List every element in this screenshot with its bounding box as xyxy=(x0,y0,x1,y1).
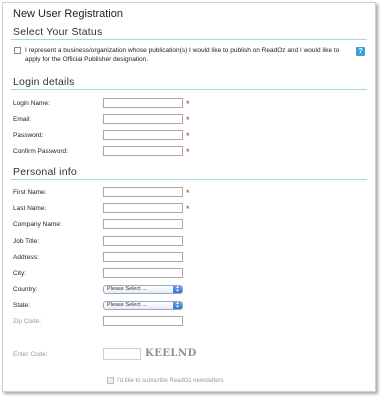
required-marker: * xyxy=(186,115,190,125)
registration-form: New User Registration Select Your Status… xyxy=(2,2,376,392)
required-marker: * xyxy=(186,147,190,157)
section-divider xyxy=(11,179,367,180)
required-marker: * xyxy=(186,99,190,109)
help-icon[interactable]: ? xyxy=(356,47,365,56)
required-marker: * xyxy=(186,188,190,198)
newsletter-checkbox[interactable] xyxy=(107,377,114,384)
country-select-value: Please Select ... xyxy=(107,286,147,292)
last-name-input[interactable] xyxy=(103,203,183,213)
captcha-label: Enter Code: xyxy=(13,351,48,358)
country-label: Country: xyxy=(13,286,38,293)
city-label: City: xyxy=(13,270,26,277)
company-name-label: Company Name: xyxy=(13,221,62,228)
company-name-input[interactable] xyxy=(103,219,183,229)
section-title-personal: Personal info xyxy=(13,166,77,178)
captcha-input[interactable] xyxy=(103,348,141,360)
newsletter-label: I'd like to subscribe ReadOz newsletters xyxy=(117,378,224,385)
email-label: Email: xyxy=(13,116,32,123)
state-label: State: xyxy=(13,302,30,309)
confirm-password-input[interactable] xyxy=(103,146,183,156)
zip-code-label: Zip Code: xyxy=(13,318,42,325)
publisher-checkbox-label: I represent a business/organization whos… xyxy=(25,47,340,63)
newsletter-option[interactable]: I'd like to subscribe ReadOz newsletters xyxy=(107,377,224,384)
first-name-input[interactable] xyxy=(103,187,183,197)
publisher-checkbox[interactable] xyxy=(14,47,21,54)
captcha-image: KEELND xyxy=(145,348,197,359)
email-input[interactable] xyxy=(103,114,183,124)
address-label: Address: xyxy=(13,254,39,261)
job-title-label: Job Title: xyxy=(13,238,40,245)
select-arrows-icon: ▴ ▾ xyxy=(173,285,182,293)
section-title-login: Login details xyxy=(13,76,75,88)
city-input[interactable] xyxy=(103,268,183,278)
country-select[interactable]: Please Select ... ▴ ▾ xyxy=(103,285,183,294)
page-title: New User Registration xyxy=(13,8,124,20)
confirm-password-label: Confirm Password: xyxy=(13,148,68,155)
password-input[interactable] xyxy=(103,130,183,140)
section-divider xyxy=(11,39,367,40)
state-select-value: Please Select ... xyxy=(107,302,147,308)
password-label: Password: xyxy=(13,132,44,139)
required-marker: * xyxy=(186,131,190,141)
section-divider xyxy=(11,89,367,90)
login-name-label: Login Name: xyxy=(13,100,50,107)
zip-code-input[interactable] xyxy=(103,316,183,326)
last-name-label: Last Name: xyxy=(13,205,47,212)
required-marker: * xyxy=(186,204,190,214)
select-arrows-icon: ▴ ▾ xyxy=(173,301,182,309)
address-input[interactable] xyxy=(103,252,183,262)
login-name-input[interactable] xyxy=(103,98,183,108)
state-select[interactable]: Please Select ... ▴ ▾ xyxy=(103,301,183,310)
first-name-label: First Name: xyxy=(13,189,47,196)
job-title-input[interactable] xyxy=(103,236,183,246)
section-title-status: Select Your Status xyxy=(13,26,103,38)
